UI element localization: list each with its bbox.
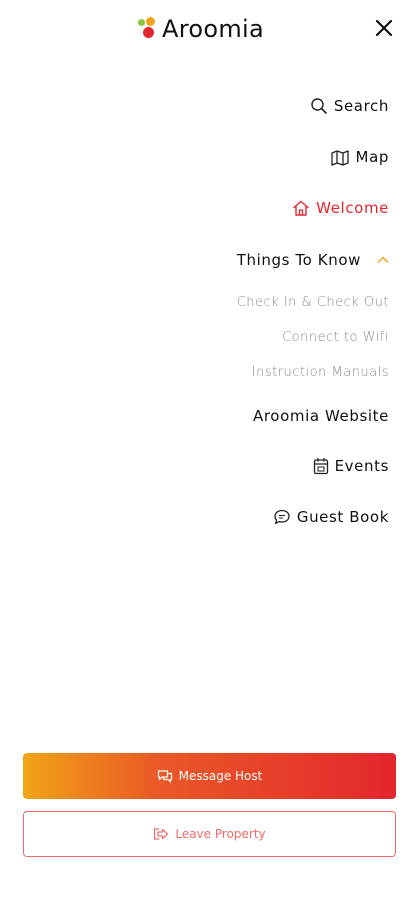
- submenu-item-label: Instruction Manuals: [251, 365, 389, 380]
- menu-item-label: Map: [355, 148, 389, 166]
- menu-item-label: Events: [334, 457, 389, 475]
- menu-item-label: Search: [333, 97, 389, 115]
- menu-item-website[interactable]: Aroomia Website: [253, 407, 389, 425]
- leave-property-button[interactable]: Leave Property: [23, 811, 396, 857]
- home-icon: [293, 200, 309, 216]
- submenu-item-check-in[interactable]: Check In & Check Out: [237, 295, 389, 310]
- submenu-item-manuals[interactable]: Instruction Manuals: [252, 365, 389, 380]
- menu-item-search[interactable]: Search: [310, 97, 389, 115]
- message-host-label: Message Host: [178, 769, 263, 783]
- close-button[interactable]: [372, 16, 396, 40]
- app-header: Aroomia: [0, 0, 415, 60]
- search-icon: [311, 98, 327, 114]
- close-icon: [375, 19, 393, 37]
- submenu-item-label: Check In & Check Out: [236, 295, 389, 310]
- menu-item-things-to-know[interactable]: Things To Know: [237, 251, 389, 269]
- logo-mark-icon: [136, 17, 158, 41]
- message-host-button[interactable]: Message Host: [23, 753, 396, 799]
- exit-icon: [154, 828, 169, 840]
- messages-icon: [157, 770, 172, 783]
- app-logo[interactable]: Aroomia: [136, 14, 264, 44]
- submenu-item-wifi[interactable]: Connect to Wifi: [282, 330, 389, 345]
- app-title: Aroomia: [162, 15, 264, 43]
- leave-property-label: Leave Property: [175, 827, 266, 841]
- chat-icon: [274, 509, 290, 525]
- menu-item-welcome[interactable]: Welcome: [292, 199, 389, 217]
- menu-item-label: Aroomia Website: [253, 407, 389, 425]
- calendar-icon: [313, 458, 328, 475]
- chevron-up-icon: [377, 256, 389, 263]
- menu-item-guest-book[interactable]: Guest Book: [273, 508, 389, 526]
- menu-item-events[interactable]: Events: [313, 457, 389, 475]
- submenu-item-label: Connect to Wifi: [282, 330, 389, 345]
- menu-item-label: Guest Book: [296, 508, 389, 526]
- menu-item-label: Welcome: [316, 199, 389, 217]
- menu-item-map[interactable]: Map: [330, 148, 389, 166]
- map-icon: [330, 150, 349, 166]
- menu-item-label: Things To Know: [236, 251, 361, 269]
